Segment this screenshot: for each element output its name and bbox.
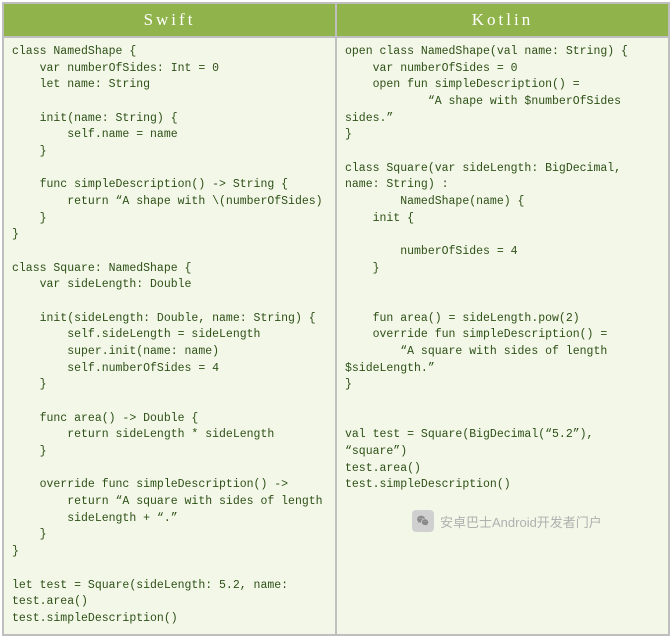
swift-column: Swift class NamedShape { var numberOfSid… xyxy=(4,4,337,634)
kotlin-column: Kotlin open class NamedShape(val name: S… xyxy=(337,4,668,634)
kotlin-header: Kotlin xyxy=(337,4,668,38)
kotlin-code: open class NamedShape(val name: String) … xyxy=(337,38,668,634)
comparison-table: Swift class NamedShape { var numberOfSid… xyxy=(2,2,670,636)
swift-header: Swift xyxy=(4,4,335,38)
swift-code: class NamedShape { var numberOfSides: In… xyxy=(4,38,335,634)
